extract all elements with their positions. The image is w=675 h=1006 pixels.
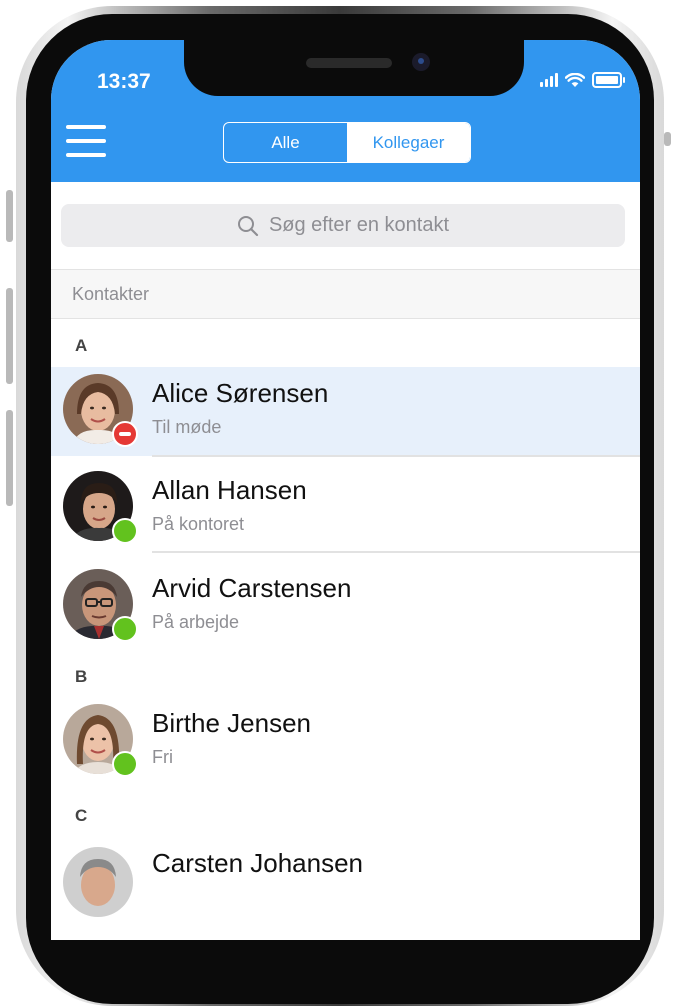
contact-name: Allan Hansen — [152, 475, 307, 505]
contact-row-allan-hansen[interactable]: Allan Hansen På kontoret — [51, 464, 640, 553]
search-input[interactable]: Søg efter en kontakt — [61, 204, 625, 247]
status-icons — [540, 72, 625, 88]
contact-status: Til møde — [152, 417, 222, 437]
phone-volume-down-button — [6, 410, 13, 506]
battery-icon — [592, 72, 625, 88]
phone-volume-up-button — [6, 288, 13, 384]
contact-row-arvid-carstensen[interactable]: Arvid Carstensen På arbejde — [51, 562, 640, 651]
section-header-contacts: Kontakter — [51, 269, 640, 319]
contact-row-alice-sorensen[interactable]: Alice Sørensen Til møde — [51, 367, 640, 456]
phone-side-button — [6, 190, 13, 242]
presence-available-icon — [112, 518, 138, 544]
avatar — [63, 847, 133, 917]
wifi-icon — [565, 72, 585, 87]
phone-notch — [184, 40, 524, 96]
row-divider — [152, 455, 640, 457]
status-time: 13:37 — [97, 70, 151, 93]
contact-status: På arbejde — [152, 612, 240, 632]
group-letter-a: A — [75, 336, 88, 355]
contact-name: Arvid Carstensen — [152, 573, 352, 603]
hamburger-menu-icon[interactable] — [66, 125, 106, 159]
contact-row-birthe-jensen[interactable]: Birthe Jensen Fri — [51, 697, 640, 786]
search-placeholder: Søg efter en kontakt — [268, 214, 450, 236]
presence-busy-icon — [112, 421, 138, 447]
phone-power-button — [664, 132, 671, 146]
segment-kollegaer[interactable]: Kollegaer — [347, 123, 470, 162]
contact-status: Fri — [152, 747, 173, 767]
app-screen: 13:37 Alle Kollegaer Søg efter en kontak… — [51, 40, 640, 940]
presence-available-icon — [112, 616, 138, 642]
segment-alle[interactable]: Alle — [224, 123, 347, 162]
contacts-filter-segmented-control: Alle Kollegaer — [223, 122, 471, 163]
contact-name: Carsten Johansen — [152, 848, 364, 878]
search-icon — [237, 215, 259, 236]
contact-name: Birthe Jensen — [152, 708, 311, 738]
contact-row-carsten-johansen[interactable]: Carsten Johansen — [51, 840, 640, 929]
front-camera — [412, 53, 430, 71]
group-letter-b: B — [75, 667, 88, 686]
presence-available-icon — [112, 751, 138, 777]
signal-icon — [540, 73, 558, 87]
speaker-grille — [306, 58, 392, 68]
contact-name: Alice Sørensen — [152, 378, 329, 408]
row-divider — [152, 551, 640, 553]
contact-status: På kontoret — [152, 514, 245, 534]
group-letter-c: C — [75, 806, 88, 825]
